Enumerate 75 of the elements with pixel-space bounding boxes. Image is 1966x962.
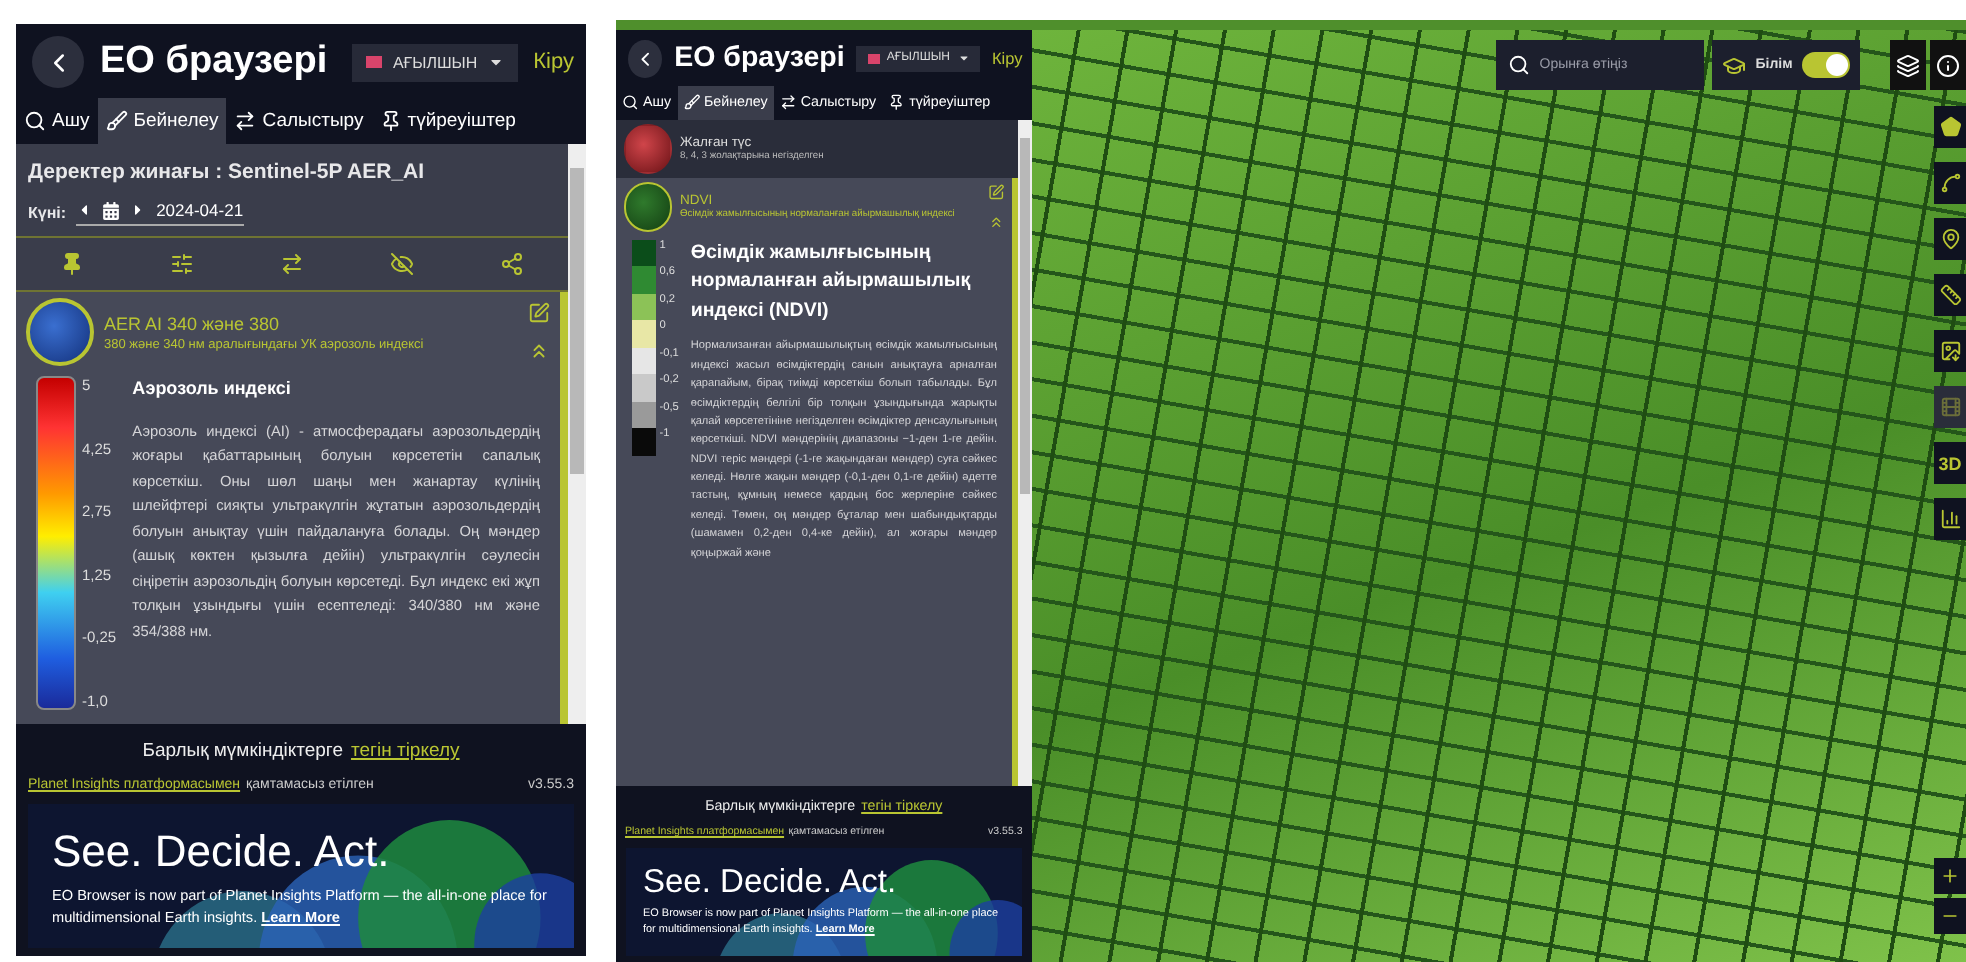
calendar-icon bbox=[102, 201, 121, 219]
pin-icon bbox=[379, 110, 402, 132]
language-selector[interactable]: АҒЫЛШЫН bbox=[352, 43, 518, 81]
legend-title: Аэрозоль индексі bbox=[132, 376, 293, 402]
layer-title: AER AI 340 және 380 bbox=[104, 313, 282, 333]
bar-chart-icon bbox=[1939, 508, 1961, 530]
brush-icon bbox=[105, 110, 128, 132]
collapse-icon[interactable] bbox=[528, 340, 550, 362]
line-icon bbox=[1939, 172, 1961, 194]
caret-icon bbox=[957, 52, 970, 65]
collapse-icon[interactable] bbox=[988, 213, 1005, 230]
info-icon bbox=[1935, 53, 1960, 77]
map-tool-button[interactable] bbox=[1934, 162, 1966, 204]
image-download-icon bbox=[1939, 340, 1961, 362]
flag-icon bbox=[867, 54, 880, 63]
edit-icon[interactable] bbox=[528, 302, 550, 324]
edit-icon[interactable] bbox=[988, 184, 1005, 201]
compare-button[interactable] bbox=[279, 252, 304, 276]
layers-icon bbox=[1895, 53, 1920, 77]
3d-button[interactable]: 3D bbox=[1934, 442, 1966, 484]
back-button[interactable] bbox=[32, 36, 84, 88]
banner-headline: See. Decide. Act. bbox=[52, 825, 392, 877]
flag-icon bbox=[366, 56, 383, 68]
map-tool-button[interactable] bbox=[1934, 218, 1966, 260]
tab[interactable]: Бейнелеу bbox=[97, 98, 227, 144]
tab[interactable]: Ашу bbox=[16, 98, 98, 144]
map-pin-icon bbox=[1939, 228, 1961, 250]
info-button[interactable] bbox=[1929, 40, 1966, 90]
dataset-title: Деректер жинағы : Sentinel-5P AER_AI bbox=[26, 158, 427, 188]
map-tool-button[interactable] bbox=[1934, 330, 1966, 372]
brush-icon bbox=[683, 94, 700, 111]
login-link[interactable]: Кіру bbox=[533, 50, 574, 74]
swap-arrows-icon bbox=[779, 94, 797, 111]
film-icon bbox=[1939, 396, 1961, 418]
education-toggle[interactable] bbox=[1802, 52, 1851, 78]
search-icon bbox=[1507, 54, 1530, 76]
caret-left-icon bbox=[76, 202, 93, 218]
map-tool-button[interactable] bbox=[1934, 274, 1966, 316]
map-tool-button[interactable] bbox=[1934, 106, 1966, 148]
scrollbar[interactable] bbox=[568, 144, 586, 724]
app-title: EO браузері bbox=[674, 42, 845, 75]
map-tool-button[interactable] bbox=[1934, 498, 1966, 540]
layers-button[interactable] bbox=[1889, 40, 1926, 90]
app-title: EO браузері bbox=[100, 40, 330, 84]
zoom-in-button[interactable] bbox=[1934, 858, 1966, 894]
signup-link[interactable]: тегін тіркелу bbox=[350, 740, 460, 762]
graduation-cap-icon bbox=[1721, 53, 1746, 77]
back-button[interactable] bbox=[628, 39, 663, 78]
pin-button[interactable] bbox=[59, 252, 84, 276]
layer-card[interactable] bbox=[616, 178, 1018, 787]
banner-headline: See. Decide. Act. bbox=[643, 863, 899, 902]
zoom-out-button[interactable] bbox=[1934, 898, 1966, 934]
legend-title: Өсімдік жамылғысының нормаланған айырмашылық индексі (NDVI) bbox=[690, 239, 973, 326]
login-link[interactable]: Кіру bbox=[991, 49, 1023, 68]
layer-thumbnail bbox=[623, 124, 673, 174]
swap-arrows-icon bbox=[234, 110, 257, 132]
layer-thumbnail bbox=[26, 298, 94, 366]
search-icon bbox=[24, 110, 46, 132]
signup-text: Барлық мүмкіндіктерге bbox=[142, 740, 343, 762]
settings-button[interactable] bbox=[169, 252, 194, 276]
share-button[interactable] bbox=[500, 252, 525, 276]
scrollbar[interactable] bbox=[1018, 120, 1032, 787]
layer-card[interactable] bbox=[16, 292, 568, 724]
search-icon bbox=[622, 94, 639, 111]
date-label: Күні: bbox=[28, 204, 67, 222]
date-picker[interactable]: 2024-04-21 bbox=[76, 200, 244, 226]
layer-thumbnail bbox=[623, 182, 673, 232]
pin-icon bbox=[888, 94, 905, 111]
tab[interactable]: Салыстыру bbox=[226, 98, 372, 144]
plus-icon bbox=[1940, 866, 1960, 886]
ruler-icon bbox=[1939, 284, 1961, 306]
caret-icon bbox=[487, 54, 504, 70]
hide-button[interactable] bbox=[390, 252, 415, 276]
pentagon-icon bbox=[1939, 116, 1961, 138]
tab[interactable]: түйреуіштер bbox=[371, 98, 524, 144]
